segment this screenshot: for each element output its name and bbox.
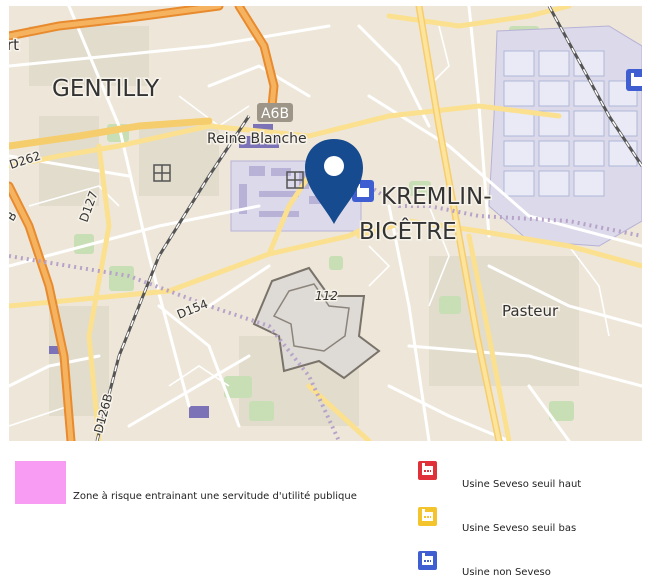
place-label-pasteur: Pasteur	[502, 302, 559, 320]
factory-icon	[418, 461, 437, 480]
place-label-kremlin: KREMLIN-	[381, 184, 492, 210]
factory-icon	[418, 507, 437, 526]
legend-label-non-seveso: Usine non Seveso	[462, 567, 551, 578]
factory-icon[interactable]	[626, 69, 642, 91]
factory-icon	[418, 551, 437, 570]
road-label-112: 112	[315, 289, 338, 303]
map-view[interactable]: GENTILLY KREMLIN- BICÊTRE Reine Blanche …	[9, 6, 642, 441]
road-shield-a6b: A6B	[257, 103, 293, 122]
edge-label-left: rt	[9, 36, 19, 54]
place-label-gentilly: GENTILLY	[52, 76, 160, 102]
risk-zone-label: Zone à risque entrainant une servitude d…	[73, 491, 357, 502]
svg-text:A6B: A6B	[261, 106, 289, 122]
place-label-reine-blanche: Reine Blanche	[207, 131, 307, 147]
legend-label-seveso-high: Usine Seveso seuil haut	[462, 479, 582, 490]
place-label-bicetre: BICÊTRE	[359, 217, 457, 245]
legend: Zone à risque entrainant une servitude d…	[0, 441, 651, 578]
map-canvas: GENTILLY KREMLIN- BICÊTRE Reine Blanche …	[9, 6, 642, 441]
legend-label-seveso-low: Usine Seveso seuil bas	[462, 523, 577, 534]
risk-zone-swatch	[15, 461, 66, 504]
